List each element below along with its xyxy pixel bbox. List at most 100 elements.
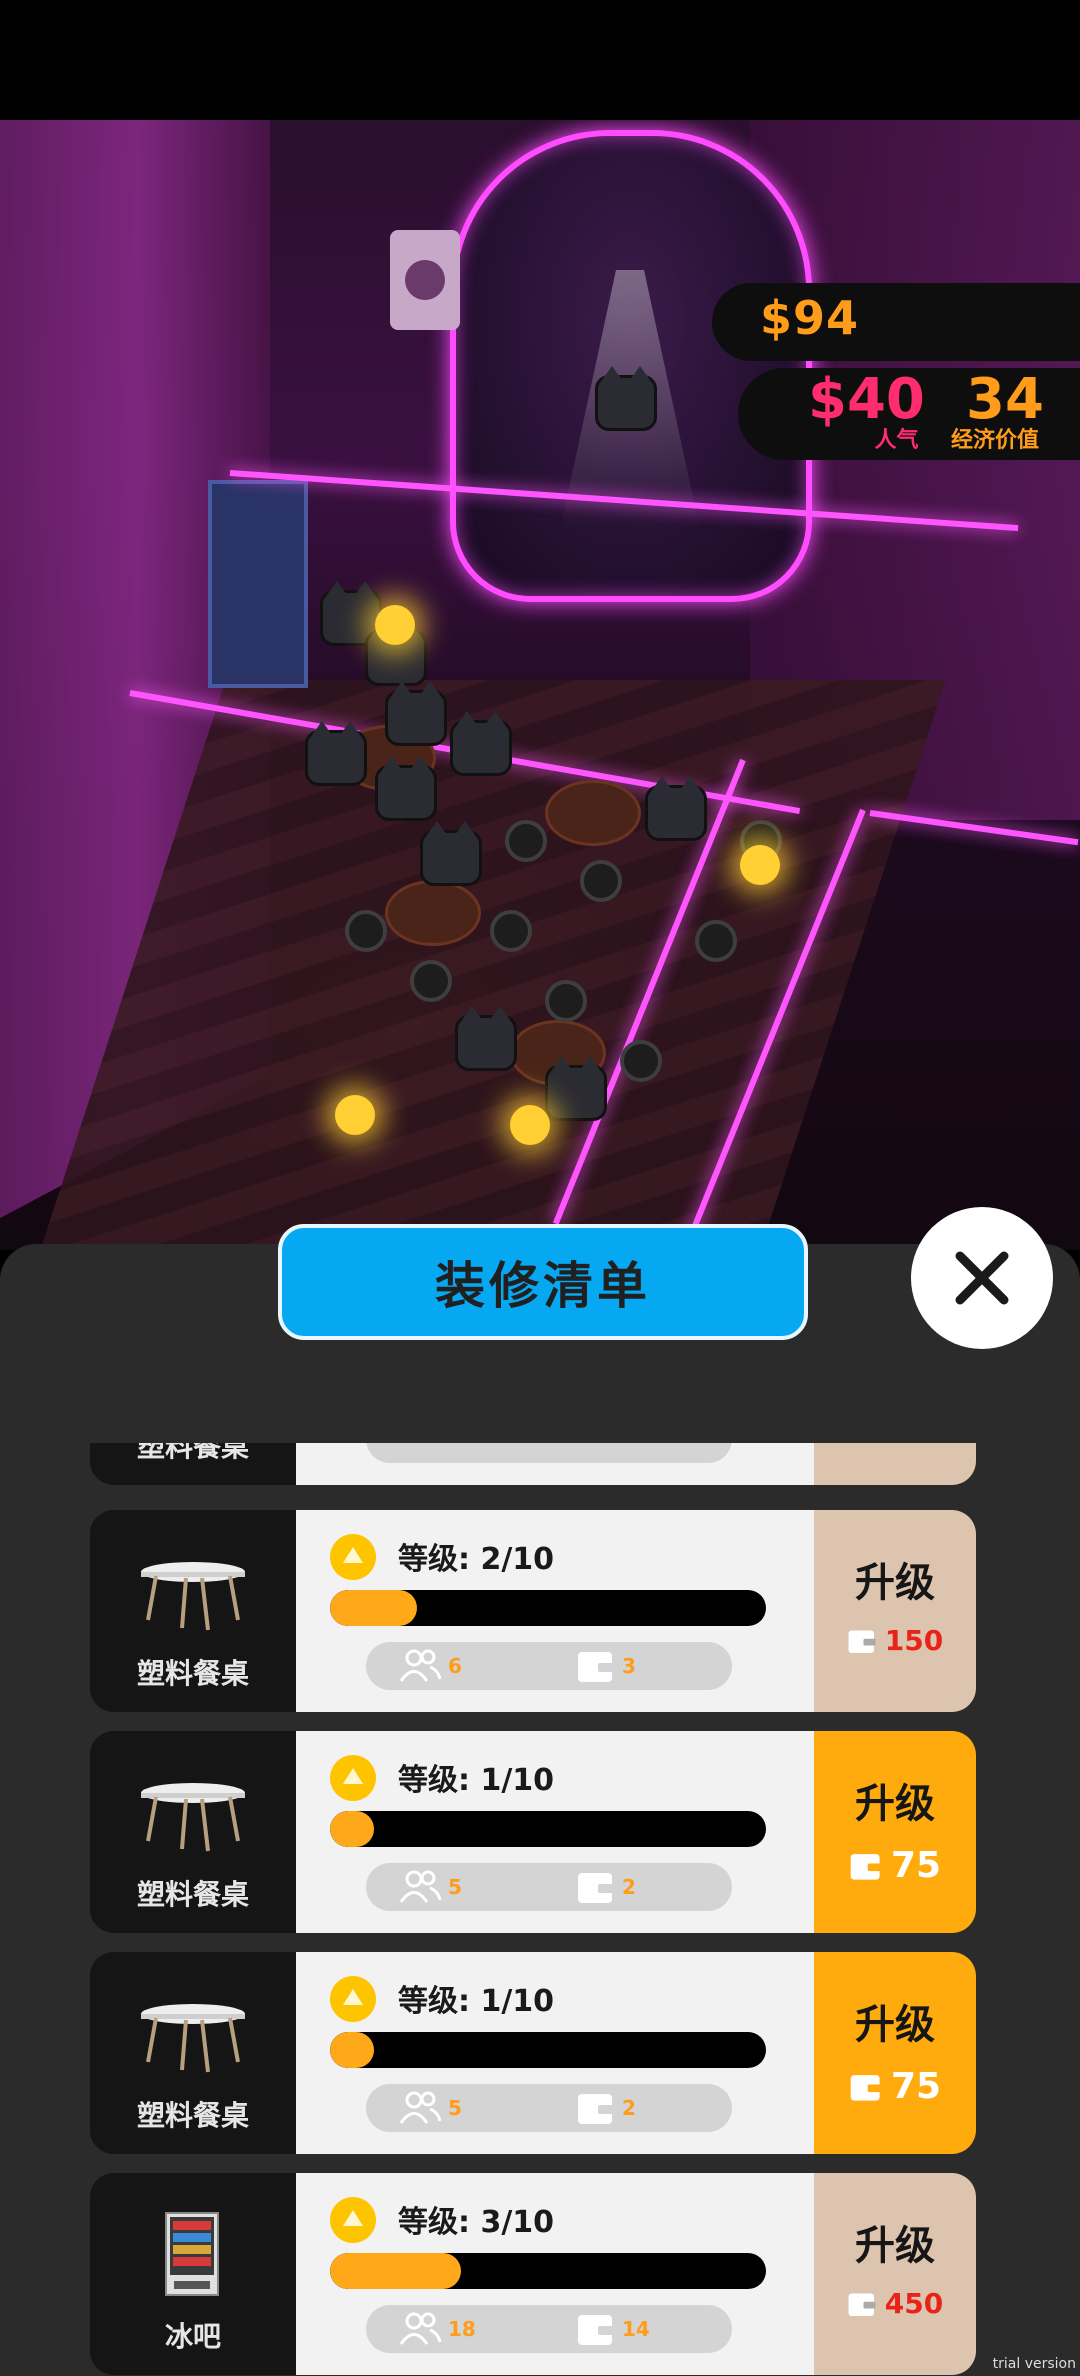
upgrade-cost-value: 75: [890, 1845, 942, 1886]
item-name: 冰吧: [164, 2320, 221, 2353]
upgrade-button[interactable]: 升级 450: [814, 2173, 976, 2375]
money-value: $94: [760, 291, 860, 345]
level-up-icon: [330, 1534, 376, 1580]
progress-fill: [330, 1590, 418, 1626]
item-name: 塑料餐桌: [136, 1657, 249, 1690]
cat-customer[interactable]: [455, 1006, 517, 1071]
upgrade-button[interactable]: 升级 150: [814, 1510, 976, 1712]
bar-stool: [545, 980, 587, 1022]
list-item: 塑料餐桌 等级: 1/10 5 2 升级 75: [90, 1731, 976, 1933]
item-details: 等级: 1/10 5 2: [296, 1952, 814, 2154]
bar-stool: [345, 910, 387, 952]
coin-pickup[interactable]: [375, 605, 415, 645]
stats-display: $40 人气 34 经济价值: [738, 368, 1080, 460]
level-progress-bar: [330, 1590, 766, 1626]
progress-fill: [330, 1811, 374, 1847]
customers-value: 18: [448, 2317, 476, 2341]
bar-stool: [580, 860, 622, 902]
item-name: 塑料餐桌: [136, 1878, 249, 1911]
income-stat: 2: [576, 2090, 636, 2126]
cat-customer[interactable]: [645, 776, 707, 841]
speaker: [390, 230, 460, 330]
wallet-icon: [848, 2293, 876, 2316]
item-details: 等级: 1/10 5 2: [296, 1731, 814, 1933]
upgrade-label: 升级: [855, 1560, 935, 1606]
item-thumbnail: 塑料餐桌: [90, 1731, 296, 1933]
bar-table[interactable]: [545, 780, 641, 846]
income-value: 14: [622, 2317, 650, 2341]
upgrade-cost-value: 75: [890, 2066, 942, 2107]
wallet-icon: [578, 1873, 614, 1903]
progress-fill: [330, 2253, 461, 2289]
coin-pickup[interactable]: [335, 1095, 375, 1135]
item-details: 等级: 3/10 18 14: [296, 2173, 814, 2375]
wallet-icon: [850, 1853, 882, 1880]
bar-stool: [620, 1040, 662, 1082]
close-icon: [955, 1251, 1009, 1305]
upgrade-label: 升级: [855, 1781, 935, 1827]
wallet-icon: [578, 1652, 614, 1682]
upgrade-cost: 150: [814, 1624, 976, 1657]
wallet-icon: [848, 1630, 876, 1653]
top-status-area: [0, 0, 1080, 120]
cat-customer[interactable]: [545, 1056, 607, 1121]
coin-pickup[interactable]: [510, 1105, 550, 1145]
cat-customer[interactable]: [595, 366, 657, 431]
level-up-icon: [330, 1976, 376, 2022]
customers-icon: [399, 1649, 442, 1682]
upgrade-button[interactable]: 升级 75: [814, 1952, 976, 2154]
money-display: $94: [712, 283, 1080, 361]
upgrade-button[interactable]: [814, 1443, 976, 1485]
economic-label: 经济价值: [950, 428, 1039, 453]
item-thumbnail: 塑料餐桌: [90, 1510, 296, 1712]
table-icon: [141, 1562, 245, 1631]
level-progress-bar: [330, 1811, 766, 1847]
cat-customer[interactable]: [375, 756, 437, 821]
bar-stool: [695, 920, 737, 962]
item-thumbnail: 冰吧: [90, 2173, 296, 2375]
upgrade-label: 升级: [855, 2002, 935, 2048]
cat-customer[interactable]: [385, 681, 447, 746]
item-stats-pill: 5 2: [366, 1863, 732, 1911]
upgrade-cost: 75: [814, 2066, 976, 2107]
item-level: 等级: 1/10: [398, 1984, 555, 2019]
income-stat: 2: [576, 1869, 636, 1905]
upgrade-list[interactable]: 塑料餐桌 塑料餐桌 等级: 2/10 6 3 升级 150 塑料餐桌 等级: 1…: [0, 1443, 1080, 2376]
trial-watermark: trial version: [992, 2356, 1076, 2372]
drink-fridge[interactable]: [208, 480, 308, 688]
income-stat: 3: [576, 1648, 636, 1684]
customers-value: 6: [448, 1654, 462, 1678]
cat-customer[interactable]: [450, 711, 512, 776]
item-thumbnail: 塑料餐桌: [90, 1952, 296, 2154]
bar-table[interactable]: [385, 880, 481, 946]
upgrade-button[interactable]: 升级 75: [814, 1731, 976, 1933]
list-item: 塑料餐桌 等级: 2/10 6 3 升级 150: [90, 1510, 976, 1712]
list-item: 塑料餐桌: [90, 1443, 976, 1485]
cat-customer[interactable]: [305, 721, 367, 786]
income-value: 2: [622, 2096, 636, 2120]
customers-icon: [399, 1870, 442, 1903]
customers-stat: 5: [398, 2090, 462, 2126]
upgrade-cost-value: 150: [884, 1624, 944, 1657]
table-icon: [141, 1783, 245, 1852]
wallet-icon: [850, 2074, 882, 2101]
wallet-icon: [578, 2315, 614, 2345]
cat-customer[interactable]: [420, 821, 482, 886]
renovation-list-title[interactable]: 装修清单: [278, 1224, 808, 1340]
income-value: 2: [622, 1875, 636, 1899]
item-stats-pill: 5 2: [366, 2084, 732, 2132]
close-button[interactable]: [911, 1207, 1053, 1349]
upgrade-label: 升级: [855, 2223, 935, 2269]
popularity-label: 人气: [874, 428, 919, 453]
level-up-icon: [330, 2197, 376, 2243]
item-name: 塑料餐桌: [136, 1443, 249, 1463]
item-details: 等级: 2/10 6 3: [296, 1510, 814, 1712]
bar-stool: [505, 820, 547, 862]
coin-pickup[interactable]: [740, 845, 780, 885]
income-stat: 14: [576, 2311, 650, 2347]
item-thumbnail: 塑料餐桌: [90, 1443, 296, 1485]
item-stats-pill: 18 14: [366, 2305, 732, 2353]
wallet-icon: [578, 2094, 614, 2124]
level-progress-bar: [330, 2032, 766, 2068]
upgrade-cost-value: 450: [884, 2287, 944, 2320]
